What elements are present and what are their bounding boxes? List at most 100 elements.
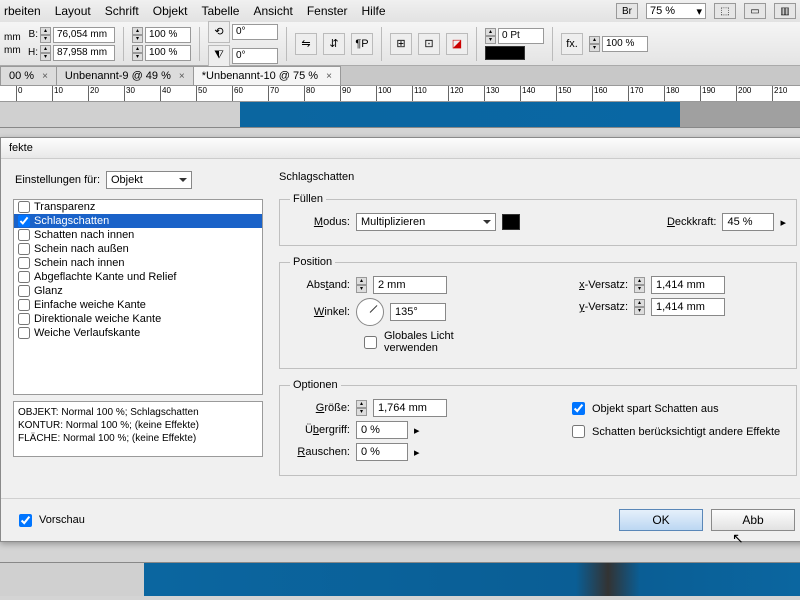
ok-button[interactable]: OK	[619, 509, 703, 531]
menu-layout[interactable]: Layout	[55, 4, 91, 18]
list-item[interactable]: Einfache weiche Kante	[14, 298, 262, 312]
menu-objekt[interactable]: Objekt	[153, 4, 188, 18]
close-icon[interactable]: ×	[42, 71, 48, 82]
size-label: Größe:	[290, 402, 350, 414]
effect-checkbox[interactable]	[18, 271, 30, 283]
scale-x-field[interactable]	[145, 27, 191, 43]
select-container-icon[interactable]: ⊞	[390, 33, 412, 55]
effect-checkbox[interactable]	[18, 299, 30, 311]
opacity-field[interactable]	[722, 213, 774, 231]
list-item[interactable]: Transparenz	[14, 200, 262, 214]
width-spinner[interactable]: ▴▾	[40, 27, 51, 43]
list-item[interactable]: Glanz	[14, 284, 262, 298]
scale-y-field[interactable]	[145, 45, 191, 61]
flip-v-icon[interactable]: ⇵	[323, 33, 345, 55]
list-item[interactable]: Schlagschatten	[14, 214, 262, 228]
opacity-flyout-icon[interactable]: ▸	[780, 216, 786, 229]
y-offset-label: y-Versatz:	[568, 301, 628, 313]
shear-field[interactable]	[232, 48, 278, 64]
effect-checkbox[interactable]	[18, 285, 30, 297]
effect-checkbox[interactable]	[18, 327, 30, 339]
document-tabs: 00 %× Unbenannt-9 @ 49 %× *Unbenannt-10 …	[0, 66, 800, 86]
paragraph-icon[interactable]: ¶P	[351, 33, 373, 55]
close-icon[interactable]: ×	[326, 71, 332, 82]
angle-field[interactable]	[390, 303, 446, 321]
list-item[interactable]: Schein nach außen	[14, 242, 262, 256]
list-item[interactable]: Schatten nach innen	[14, 228, 262, 242]
warning-icon[interactable]: ◪	[446, 33, 468, 55]
settings-for-combo[interactable]: Objekt	[106, 171, 192, 189]
menubar: rbeiten Layout Schrift Objekt Tabelle An…	[0, 0, 800, 22]
menu-bearbeiten[interactable]: rbeiten	[4, 4, 41, 18]
rotate-field[interactable]	[232, 24, 278, 40]
fx-spinner[interactable]: ▴▾	[589, 36, 600, 52]
sy-spinner[interactable]: ▴▾	[132, 45, 143, 61]
menu-fenster[interactable]: Fenster	[307, 4, 348, 18]
stroke-style-swatch[interactable]	[485, 46, 525, 60]
bridge-button[interactable]: Br	[616, 3, 638, 19]
list-item[interactable]: Weiche Verlaufskante	[14, 326, 262, 340]
menu-schrift[interactable]: Schrift	[105, 4, 139, 18]
effect-checkbox[interactable]	[18, 201, 30, 213]
preview-checkbox[interactable]	[19, 514, 32, 527]
size-spinner[interactable]: ▴▾	[356, 400, 367, 416]
distance-field[interactable]	[373, 276, 447, 294]
list-item[interactable]: Direktionale weiche Kante	[14, 312, 262, 326]
noise-label: Rauschen:	[290, 446, 350, 458]
width-field[interactable]	[53, 27, 115, 43]
spread-field[interactable]	[356, 421, 408, 439]
distance-spinner[interactable]: ▴▾	[356, 277, 367, 293]
tab-doc-1[interactable]: Unbenannt-9 @ 49 %×	[56, 66, 194, 85]
effect-checkbox[interactable]	[18, 229, 30, 241]
global-light-checkbox[interactable]	[364, 336, 377, 349]
arrange-icon[interactable]: ▭	[744, 3, 766, 19]
shadow-color-swatch[interactable]	[502, 214, 520, 230]
noise-field[interactable]	[356, 443, 408, 461]
cancel-button[interactable]: Abb	[711, 509, 795, 531]
ruler-horizontal[interactable]: 0102030405060708090100110120130140150160…	[0, 86, 800, 102]
effects-list[interactable]: TransparenzSchlagschattenSchatten nach i…	[13, 199, 263, 395]
screen-mode-icon[interactable]: ⬚	[714, 3, 736, 19]
height-spinner[interactable]: ▴▾	[40, 45, 51, 61]
effects-dialog: fekte Einstellungen für: Objekt Transpar…	[0, 137, 800, 542]
blend-mode-combo[interactable]: Multiplizieren	[356, 213, 496, 231]
stroke-spinner[interactable]: ▴▾	[485, 28, 496, 44]
fx-opacity-field[interactable]	[602, 36, 648, 52]
menu-hilfe[interactable]: Hilfe	[362, 4, 386, 18]
menu-ansicht[interactable]: Ansicht	[253, 4, 292, 18]
fx-icon[interactable]: fx.	[561, 33, 583, 55]
x-offset-label: x-Versatz:	[568, 279, 628, 291]
height-field[interactable]	[53, 45, 115, 61]
angle-label: Winkel:	[290, 306, 350, 318]
effect-checkbox[interactable]	[18, 257, 30, 269]
x-offset-spinner[interactable]: ▴▾	[634, 277, 645, 293]
select-content-icon[interactable]: ⊡	[418, 33, 440, 55]
y-offset-field[interactable]	[651, 298, 725, 316]
angle-dial[interactable]	[356, 298, 384, 326]
shear-icon: ⧨	[208, 45, 230, 67]
list-item[interactable]: Schein nach innen	[14, 256, 262, 270]
workspace-icon[interactable]: ▥	[774, 3, 796, 19]
fill-group: Füllen MModus:odus: Multiplizieren Deckk…	[279, 193, 797, 246]
a-label: mm	[4, 32, 18, 43]
x-offset-field[interactable]	[651, 276, 725, 294]
knockout-checkbox[interactable]	[572, 402, 585, 415]
sx-spinner[interactable]: ▴▾	[132, 27, 143, 43]
zoom-combo[interactable]: 75 %▾	[646, 3, 706, 19]
menu-tabelle[interactable]: Tabelle	[201, 4, 239, 18]
flip-h-icon[interactable]: ⇋	[295, 33, 317, 55]
width-label: B:	[24, 29, 38, 40]
effect-checkbox[interactable]	[18, 313, 30, 325]
close-icon[interactable]: ×	[179, 71, 185, 82]
document-canvas-top	[0, 102, 800, 128]
effect-checkbox[interactable]	[18, 215, 30, 227]
honors-effects-checkbox[interactable]	[572, 425, 585, 438]
tab-doc-2[interactable]: *Unbenannt-10 @ 75 %×	[193, 66, 341, 85]
stroke-weight-field[interactable]	[498, 28, 544, 44]
tab-doc-0[interactable]: 00 %×	[0, 66, 57, 85]
y-offset-spinner[interactable]: ▴▾	[634, 299, 645, 315]
list-item[interactable]: Abgeflachte Kante und Relief	[14, 270, 262, 284]
size-field[interactable]	[373, 399, 447, 417]
effect-checkbox[interactable]	[18, 243, 30, 255]
global-light-label: Globales Licht verwenden	[384, 330, 508, 354]
